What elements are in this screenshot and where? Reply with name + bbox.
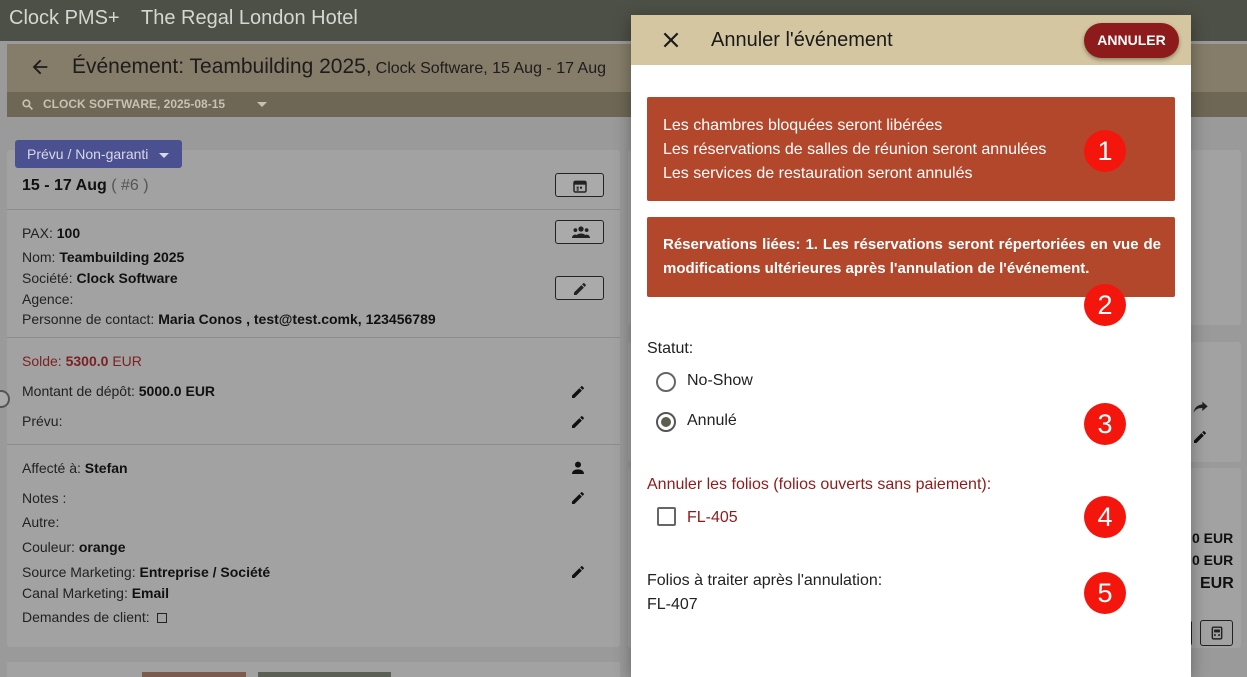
back-arrow-icon[interactable] <box>29 56 51 78</box>
source-field: Source Marketing: Entreprise / Société <box>22 564 270 580</box>
balance-currency: EUR <box>112 353 142 369</box>
cancel-event-button[interactable]: ANNULER <box>1084 23 1179 58</box>
agency-field: Agence: <box>22 291 73 307</box>
calendar-button[interactable] <box>555 173 604 197</box>
folios-after-value: FL-407 <box>647 596 698 613</box>
person-icon[interactable] <box>570 460 586 476</box>
annotation-badge-3: 3 <box>1084 403 1126 445</box>
edit-button[interactable] <box>555 276 604 300</box>
divider <box>7 209 620 210</box>
dialog-header: Annuler l'événement ANNULER <box>631 15 1191 65</box>
color-label: Couleur: <box>22 539 75 555</box>
radio-annule-label[interactable]: Annulé <box>687 412 737 430</box>
source-label: Source Marketing: <box>22 564 136 580</box>
hotel-name[interactable]: The Regal London Hotel <box>141 7 358 30</box>
annotation-badge-2: 2 <box>1084 284 1126 326</box>
pax-value: 100 <box>56 225 81 241</box>
event-title: Événement: Teambuilding 2025, Clock Softw… <box>72 55 606 79</box>
contact-field: Personne de contact: Maria Conos , test@… <box>22 311 436 327</box>
status-label: Statut: <box>647 340 694 357</box>
edit-notes-pencil-icon[interactable] <box>570 490 586 506</box>
radio-no-show-label[interactable]: No-Show <box>687 372 753 390</box>
planned-field: Prévu: <box>22 413 62 429</box>
channel-label: Canal Marketing: <box>22 585 128 601</box>
caret-down-icon <box>159 153 169 158</box>
group-icon <box>572 226 590 238</box>
pax-label: PAX: <box>22 225 53 241</box>
divider <box>7 444 620 445</box>
name-label: Nom: <box>22 249 56 265</box>
radio-annule[interactable] <box>656 412 676 432</box>
event-title-text: Événement: Teambuilding 2025, <box>72 55 372 78</box>
balance-field: Solde: 5300.0 EUR <box>22 353 142 369</box>
assigned-value: Stefan <box>84 460 128 476</box>
requests-field: Demandes de client: <box>22 609 167 625</box>
other-label: Autre: <box>22 514 60 530</box>
search-icon <box>22 99 33 110</box>
contact-label: Personne de contact: <box>22 311 155 327</box>
forward-arrow-icon[interactable] <box>1193 400 1209 414</box>
channel-field: Canal Marketing: Email <box>22 585 169 601</box>
annotation-badge-4: 4 <box>1084 496 1126 538</box>
right-amount-1: 0 EUR <box>1192 530 1234 546</box>
balance-value: 5300.0 <box>65 353 109 369</box>
filter-text: CLOCK SOFTWARE, 2025-08-15 <box>43 97 226 111</box>
event-subtitle: Clock Software, 15 Aug - 17 Aug <box>375 60 607 77</box>
dialog-title: Annuler l'événement <box>711 29 893 51</box>
folios-after-label: Folios à traiter après l'annulation: <box>647 572 883 589</box>
company-field: Société: Clock Software <box>22 270 178 286</box>
annotation-badge-5: 5 <box>1084 572 1126 614</box>
app-name: Clock PMS+ <box>9 7 120 29</box>
edit-marketing-pencil-icon[interactable] <box>570 564 586 580</box>
annotation-badge-1: 1 <box>1084 130 1126 172</box>
close-icon[interactable] <box>661 30 681 50</box>
deposit-field: Montant de dépôt: 5000.0 EUR <box>22 383 215 399</box>
company-value: Clock Software <box>76 270 178 286</box>
printer-icon <box>1211 626 1223 640</box>
booking-dates: 15 - 17 Aug ( #6 ) <box>22 177 149 195</box>
deposit-label: Montant de dépôt: <box>22 383 135 399</box>
folio-checkbox[interactable] <box>657 507 676 526</box>
edit-right-pencil-icon[interactable] <box>1192 429 1208 445</box>
color-value: orange <box>78 539 126 555</box>
assigned-label: Affecté à: <box>22 460 81 476</box>
right-amount-3: EUR <box>1200 575 1234 592</box>
folio-checkbox-label[interactable]: FL-405 <box>687 509 738 527</box>
edit-planned-pencil-icon[interactable] <box>570 414 586 430</box>
pax-field: PAX: 100 <box>22 225 80 241</box>
channel-value: Email <box>131 585 170 601</box>
radio-no-show[interactable] <box>656 372 676 392</box>
guests-button[interactable] <box>555 220 604 244</box>
chevron-down-icon[interactable] <box>257 102 267 107</box>
bottom-button-1[interactable] <box>142 672 246 677</box>
status-dropdown-label: Prévu / Non-garanti <box>27 146 149 162</box>
assigned-field: Affecté à: Stefan <box>22 460 128 476</box>
edit-deposit-pencil-icon[interactable] <box>570 384 586 400</box>
status-dropdown[interactable]: Prévu / Non-garanti <box>15 140 182 168</box>
right-amount-2: 0 EUR <box>1192 552 1234 568</box>
calendar-icon <box>573 180 587 193</box>
notes-field: Notes : <box>22 490 66 506</box>
source-value: Entreprise / Société <box>139 564 271 580</box>
pencil-icon <box>574 283 586 295</box>
bottom-button-2[interactable] <box>258 672 391 677</box>
divider <box>7 337 620 338</box>
balance-label: Solde: <box>22 353 62 369</box>
requests-label: Demandes de client: <box>22 609 150 625</box>
color-field: Couleur: orange <box>22 539 126 555</box>
print-button[interactable] <box>1200 620 1233 646</box>
name-field: Nom: Teambuilding 2025 <box>22 249 184 265</box>
notes-label: Notes : <box>22 490 67 506</box>
agency-label: Agence: <box>22 291 74 307</box>
contact-value: Maria Conos , test@test.comk, 123456789 <box>158 311 436 327</box>
name-value: Teambuilding 2025 <box>59 249 185 265</box>
dates-text: 15 - 17 Aug <box>22 177 107 194</box>
deposit-value: 5000.0 EUR <box>138 383 216 399</box>
company-label: Société: <box>22 270 73 286</box>
requests-checkbox[interactable] <box>156 613 167 623</box>
cancel-folios-label: Annuler les folios (folios ouverts sans … <box>647 476 992 493</box>
booking-number: ( #6 ) <box>111 177 149 194</box>
other-field: Autre: <box>22 514 59 530</box>
planned-label: Prévu: <box>22 413 63 429</box>
